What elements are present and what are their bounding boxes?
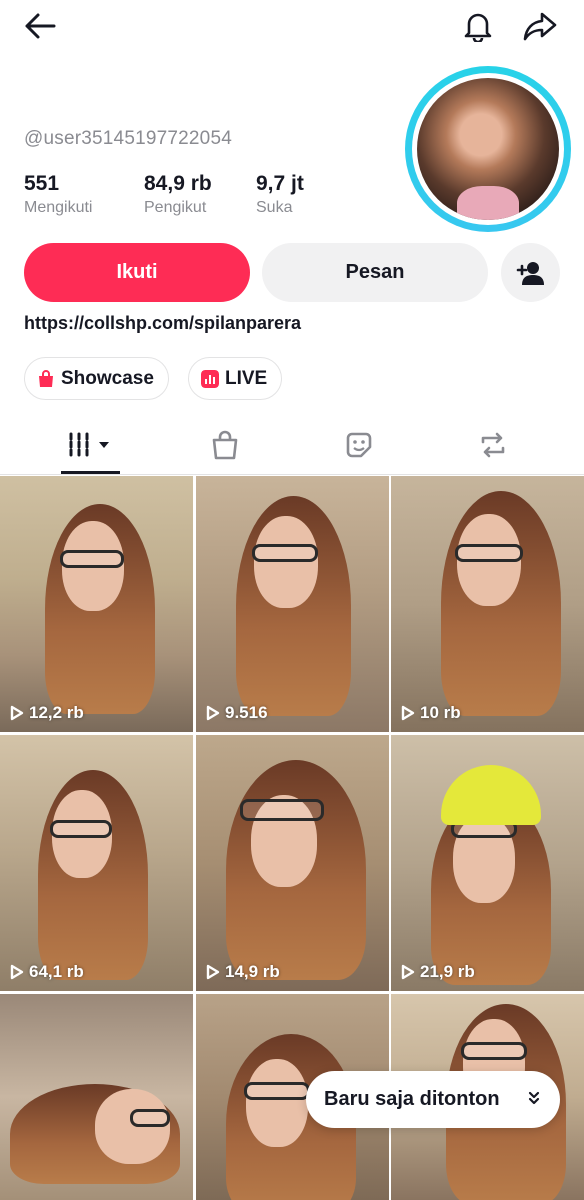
tab-shop[interactable] <box>152 415 298 475</box>
view-count-text: 14,9 rb <box>225 962 280 981</box>
thumbnail-image <box>391 735 584 991</box>
top-bar <box>0 0 584 56</box>
thumbnail-image <box>0 476 193 732</box>
play-icon <box>10 964 24 980</box>
tab-stickers[interactable] <box>286 415 432 475</box>
stat-followers[interactable]: 84,9 rb Pengikut <box>144 172 212 217</box>
live-icon <box>201 369 219 388</box>
video-thumbnail[interactable]: 9.516 <box>196 476 389 732</box>
play-icon <box>10 705 24 721</box>
thumbnail-image <box>0 735 193 991</box>
repost-icon <box>481 432 505 458</box>
thumbnail-image <box>391 476 584 732</box>
sticker-icon <box>346 432 372 458</box>
play-icon <box>206 705 220 721</box>
add-user-icon <box>516 261 544 285</box>
chevron-double-down-icon <box>528 1091 540 1105</box>
tab-reposts[interactable] <box>420 415 566 475</box>
view-count: 10 rb <box>401 703 461 723</box>
video-thumbnail[interactable]: 10 rb <box>391 476 584 732</box>
profile-tabs <box>0 415 584 475</box>
view-count: 9.516 <box>206 703 268 723</box>
stat-following[interactable]: 551 Mengikuti <box>24 172 92 217</box>
stat-following-label: Mengikuti <box>24 199 93 216</box>
stat-likes[interactable]: 9,7 jt Suka <box>256 172 304 217</box>
view-count-text: 12,2 rb <box>29 703 84 722</box>
view-count-text: 64,1 rb <box>29 962 84 981</box>
video-thumbnail[interactable]: 21,9 rb <box>391 735 584 991</box>
avatar[interactable] <box>405 66 571 232</box>
recently-watched-label: Baru saja ditonton <box>324 1088 500 1110</box>
bell-icon[interactable] <box>456 4 500 48</box>
view-count-text: 21,9 rb <box>420 962 475 981</box>
video-thumbnail[interactable] <box>0 994 193 1200</box>
username: @user35145197722054 <box>24 128 232 149</box>
recently-watched-button[interactable]: Baru saja ditonton <box>306 1071 560 1128</box>
showcase-chip-label: Showcase <box>61 367 154 389</box>
live-chip-label: LIVE <box>225 367 268 389</box>
thumbnail-image <box>196 735 389 991</box>
shopping-bag-icon <box>39 369 53 387</box>
suggested-accounts-button[interactable] <box>501 243 560 302</box>
view-count: 12,2 rb <box>10 703 84 723</box>
video-thumbnail[interactable]: 14,9 rb <box>196 735 389 991</box>
view-count-text: 10 rb <box>420 703 461 722</box>
stat-likes-label: Suka <box>256 199 293 216</box>
stat-followers-label: Pengikut <box>144 199 207 216</box>
video-thumbnail[interactable]: 64,1 rb <box>0 735 193 991</box>
thumbnail-image <box>0 994 193 1200</box>
view-count-text: 9.516 <box>225 703 268 722</box>
stat-following-value: 551 <box>24 172 60 195</box>
avatar-photo <box>417 78 559 220</box>
bio-link[interactable]: https://collshp.com/spilanparera <box>24 313 301 334</box>
follow-button[interactable]: Ikuti <box>24 243 250 302</box>
share-icon[interactable] <box>518 4 562 48</box>
view-count: 64,1 rb <box>10 962 84 982</box>
view-count: 21,9 rb <box>401 962 475 982</box>
active-tab-indicator <box>61 471 120 474</box>
message-button[interactable]: Pesan <box>262 243 488 302</box>
thumbnail-image <box>196 476 389 732</box>
stat-likes-value: 9,7 jt <box>256 172 304 195</box>
play-icon <box>401 964 415 980</box>
avatar-frame <box>412 73 564 225</box>
tab-videos[interactable] <box>17 415 163 475</box>
videos-grid-icon <box>69 432 109 458</box>
live-chip[interactable]: LIVE <box>188 357 283 400</box>
shopping-bag-icon <box>212 430 238 460</box>
view-count: 14,9 rb <box>206 962 280 982</box>
back-arrow-icon[interactable] <box>18 4 62 48</box>
stat-followers-value: 84,9 rb <box>144 172 212 195</box>
play-icon <box>401 705 415 721</box>
video-thumbnail[interactable]: 12,2 rb <box>0 476 193 732</box>
showcase-chip[interactable]: Showcase <box>24 357 169 400</box>
play-icon <box>206 964 220 980</box>
